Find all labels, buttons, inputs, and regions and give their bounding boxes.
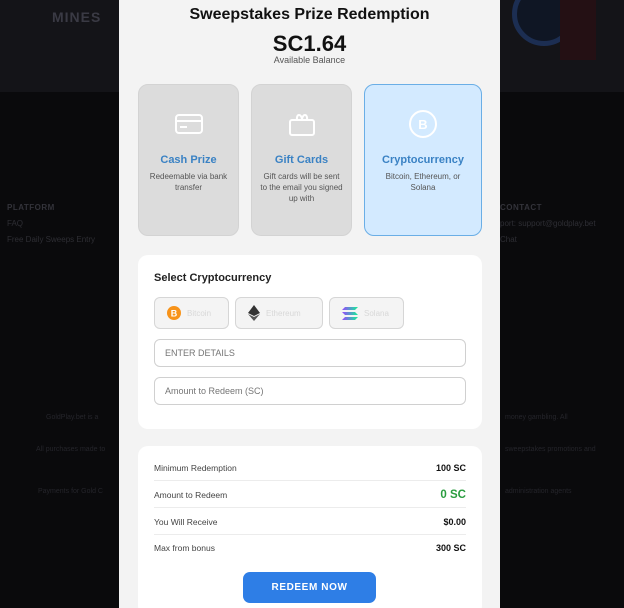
coin-name: Ethereum [266,308,301,318]
option-cryptocurrency[interactable]: B Cryptocurrency Bitcoin, Ethereum, or S… [364,84,482,236]
option-description: Redeemable via bank transfer [149,172,228,192]
balance-amount: SC1.64 [272,31,347,56]
background-footer-text-5: Payments for Gold C [38,488,103,495]
background-game-art-2 [560,0,596,60]
background-game-title: MINES [52,9,102,25]
bitcoin-icon: B [167,306,181,320]
gift-card-icon [287,109,317,139]
background-footer-text-4: sweepstakes promotions and [505,446,596,453]
summary-row-minimum: Minimum Redemption 100 SC [154,456,466,481]
summary-value: 100 SC [435,463,466,473]
modal-title: Sweepstakes Prize Redemption [189,6,430,23]
summary-row-amount: Amount to Redeem 0 SC [154,483,466,508]
svg-text:B: B [418,117,427,132]
option-description: Bitcoin, Ethereum, or Solana [385,172,461,192]
summary-label: You Will Receive [154,517,218,527]
option-label: Gift Cards [274,154,329,166]
summary-label: Amount to Redeem [154,490,228,500]
amount-input[interactable] [154,377,466,405]
credit-card-icon [174,109,204,139]
select-crypto-title: Select Cryptocurrency [154,272,272,284]
option-label: Cash Prize [160,154,217,166]
summary-row-max-bonus: Max from bonus 300 SC [154,535,466,560]
bitcoin-icon: B [408,109,438,139]
redeem-now-button[interactable]: REDEEM NOW [243,572,376,603]
svg-text:B: B [171,309,178,319]
option-label: Cryptocurrency [382,154,464,166]
summary-value: $0.00 [443,517,466,527]
coin-name: Bitcoin [187,308,212,318]
background-footer-text-2: money gambling. All [505,414,568,421]
background-footer-text-3: All purchases made to [36,446,106,453]
summary-label: Max from bonus [154,542,215,553]
balance-label: Available Balance [273,55,346,65]
redemption-modal: Sweepstakes Prize Redemption SC1.64 Avai… [119,0,500,608]
background-platform-column: PLATFORM FAQ Free Daily Sweeps Entry [7,203,96,244]
summary-value: 0 SC [440,489,466,501]
coin-name: Solana [364,308,389,318]
details-input[interactable] [154,339,466,367]
background-footer-text: GoldPlay.bet is a [46,414,99,421]
coin-button-bitcoin[interactable]: B Bitcoin [154,297,229,329]
coin-button-solana[interactable]: Solana [329,297,404,329]
crypto-select-panel: Select Cryptocurrency B Bitcoin Ethereum… [138,255,482,429]
option-gift-cards[interactable]: Gift Cards Gift cards will be sent to th… [251,84,352,236]
summary-label: Minimum Redemption [154,463,237,473]
background-footer-text-6: administration agents [505,488,572,495]
solana-icon [342,306,358,320]
summary-row-receive: You Will Receive $0.00 [154,510,466,535]
option-cash-prize[interactable]: Cash Prize Redeemable via bank transfer [138,84,239,236]
ethereum-icon [248,305,260,321]
option-description: Gift cards will be sent to the email you… [260,172,343,203]
summary-value: 300 SC [435,542,466,553]
coin-button-ethereum[interactable]: Ethereum [235,297,323,329]
background-contact-column: CONTACT port: support@goldplay.bet Chat [500,203,596,244]
